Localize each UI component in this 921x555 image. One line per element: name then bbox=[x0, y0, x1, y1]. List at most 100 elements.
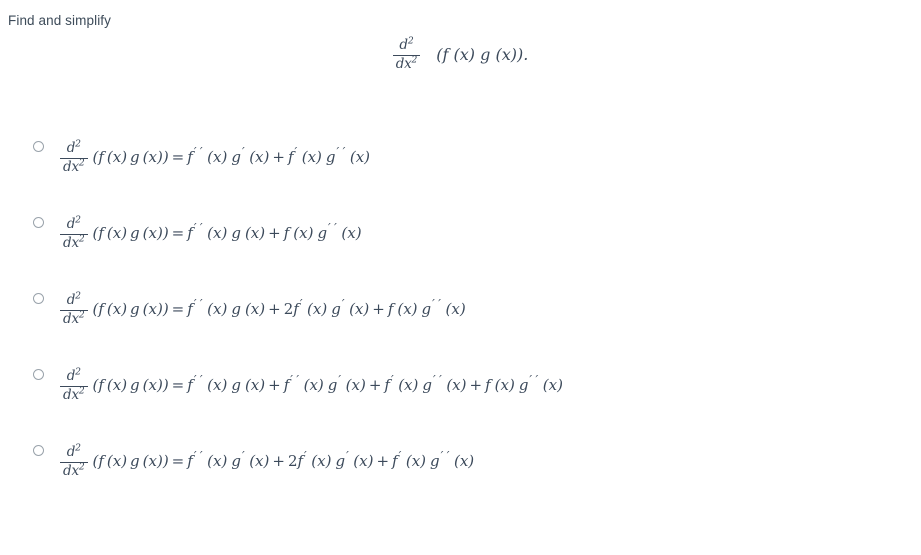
options-list: d2 dx2 (f (x) g (x)) = f′ ′ (x) g′ (x) + f′ (x) g′ … bbox=[0, 133, 921, 513]
equals-sign: = bbox=[171, 376, 185, 395]
radio-option-a[interactable] bbox=[33, 141, 44, 152]
prime-marks: ′ ′ bbox=[193, 373, 204, 388]
plus-sign: + bbox=[372, 300, 385, 319]
prime-marks: ′ bbox=[241, 449, 246, 464]
option-row[interactable]: d2 dx2 (f (x) g (x)) = f′ ′ (x) g′ (x) + f′ (x) g′ … bbox=[0, 133, 921, 209]
equals-sign: = bbox=[171, 452, 185, 471]
term: f′ ′ (x) g′ (x) bbox=[283, 373, 366, 395]
radio-option-b[interactable] bbox=[33, 217, 44, 228]
radio-option-e[interactable] bbox=[33, 445, 44, 456]
plus-sign: + bbox=[268, 224, 281, 243]
option-lhs: (f (x) g (x)) bbox=[92, 224, 169, 243]
term: f′ ′ (x) g (x) bbox=[187, 297, 266, 319]
term: f′ ′ (x) g′ (x) bbox=[187, 449, 270, 471]
prime-marks: ′ ′ bbox=[193, 221, 204, 236]
stem-expression: (f (x) g (x)). bbox=[436, 44, 529, 64]
term: f′ ′ (x) g (x) bbox=[187, 221, 266, 243]
option-lhs: (f (x) g (x)) bbox=[92, 452, 169, 471]
fraction-numerator: d2 bbox=[66, 442, 81, 460]
prime-marks: ′ bbox=[390, 373, 395, 388]
option-math: d2 dx2 (f (x) g (x)) = f′ ′ (x) g′ (x) + f′ (x) g′ … bbox=[60, 139, 371, 175]
derivative-operator-fraction: d2 dx2 bbox=[60, 138, 88, 176]
option-lhs: (f (x) g (x)) bbox=[92, 376, 169, 395]
prime-marks: ′ bbox=[346, 449, 350, 464]
question-prompt: Find and simplify bbox=[8, 13, 111, 28]
prime-marks: ′ bbox=[338, 373, 342, 388]
term: f′ (x) g′ ′ (x) bbox=[392, 449, 475, 471]
coefficient: 2 bbox=[287, 452, 298, 471]
plus-sign: + bbox=[376, 452, 390, 471]
term: 2f′ (x) g′ (x) bbox=[283, 297, 370, 319]
prime-marks: ′ ′ bbox=[193, 449, 204, 464]
option-row[interactable]: d2 dx2 (f (x) g (x)) = f′ ′ (x) g′ (x) +2f′ (x) g′… bbox=[0, 437, 921, 513]
option-row[interactable]: d2 dx2 (f (x) g (x)) = f′ ′ (x) g (x) + f (x) g′ ′(… bbox=[0, 209, 921, 285]
fraction-denominator: dx2 bbox=[63, 461, 85, 479]
option-math: d2 dx2 (f (x) g (x)) = f′ ′ (x) g′ (x) +2f′ (x) g′… bbox=[60, 443, 475, 479]
question-stem: d2 dx2 (f (x) g (x)). bbox=[0, 36, 921, 73]
term: f′ (x) g′ ′ (x) bbox=[384, 373, 467, 395]
option-row[interactable]: d2 dx2 (f (x) g (x)) = f′ ′ (x) g (x) +2f′ (x) g′(… bbox=[0, 285, 921, 361]
prime-marks: ′ ′ bbox=[193, 297, 204, 312]
fraction-numerator: d2 bbox=[66, 214, 81, 232]
term: f′ (x) g′ ′ (x) bbox=[287, 145, 371, 167]
prime-marks: ′ bbox=[294, 145, 298, 160]
option-label: d2 dx2 (f (x) g (x)) = f′ ′ (x) g (x) +2f′ (x) g′(… bbox=[60, 291, 921, 328]
option-lhs: (f (x) g (x)) bbox=[92, 300, 169, 319]
prime-marks: ′ ′ bbox=[432, 373, 443, 388]
plus-sign: + bbox=[268, 376, 281, 395]
derivative-operator-fraction: d2 dx2 bbox=[60, 214, 88, 252]
term: f (x) g′ ′ (x) bbox=[485, 373, 563, 395]
prime-marks: ′ bbox=[299, 297, 304, 312]
prime-marks: ′ bbox=[341, 297, 346, 312]
option-math: d2 dx2 (f (x) g (x)) = f′ ′ (x) g (x) + f′ ′ (x) g′… bbox=[60, 367, 563, 403]
equals-sign: = bbox=[171, 224, 185, 243]
equals-sign: = bbox=[171, 148, 185, 167]
prime-marks: ′ bbox=[304, 449, 308, 464]
derivative-operator-fraction: d2 dx2 bbox=[60, 442, 88, 480]
radio-option-c[interactable] bbox=[33, 293, 44, 304]
prime-marks: ′ ′ bbox=[529, 373, 539, 388]
plus-sign: + bbox=[469, 376, 483, 395]
fraction-denominator: dx2 bbox=[63, 233, 85, 251]
option-label: d2 dx2 (f (x) g (x)) = f′ ′ (x) g (x) + f′ ′ (x) g′… bbox=[60, 367, 921, 404]
plus-sign: + bbox=[272, 148, 285, 167]
fraction-denominator: dx2 bbox=[63, 385, 85, 403]
option-lhs: (f (x) g (x)) bbox=[92, 148, 169, 167]
prime-marks: ′ ′ bbox=[432, 297, 442, 312]
term: f′ ′ (x) g′ (x) bbox=[187, 145, 270, 167]
option-label: d2 dx2 (f (x) g (x)) = f′ ′ (x) g (x) + f (x) g′ ′(… bbox=[60, 215, 921, 252]
prime-marks: ′ ′ bbox=[193, 145, 204, 160]
fraction-numerator: d2 bbox=[66, 138, 81, 156]
option-math: d2 dx2 (f (x) g (x)) = f′ ′ (x) g (x) + f (x) g′ ′(… bbox=[60, 215, 362, 251]
option-label: d2 dx2 (f (x) g (x)) = f′ ′ (x) g′ (x) +2f′ (x) g′… bbox=[60, 443, 921, 480]
stem-math: d2 dx2 (f (x) g (x)). bbox=[392, 36, 529, 72]
prime-marks: ′ ′ bbox=[440, 449, 450, 464]
term: 2f′ (x) g′ (x) bbox=[287, 449, 374, 471]
fraction-denominator: dx2 bbox=[63, 309, 85, 327]
option-label: d2 dx2 (f (x) g (x)) = f′ ′ (x) g′ (x) + f′ (x) g′ … bbox=[60, 139, 921, 176]
fraction-denominator: dx2 bbox=[395, 54, 418, 72]
derivative-operator-fraction: d2 dx2 bbox=[392, 35, 421, 73]
term: f (x) g′ ′ (x) bbox=[387, 297, 466, 319]
radio-option-d[interactable] bbox=[33, 369, 44, 380]
equals-sign: = bbox=[171, 300, 185, 319]
coefficient: 2 bbox=[283, 300, 294, 319]
plus-sign: + bbox=[268, 300, 281, 319]
prime-marks: ′ ′ bbox=[336, 145, 346, 160]
prime-marks: ′ ′ bbox=[290, 373, 300, 388]
fraction-numerator: d2 bbox=[66, 366, 81, 384]
prime-marks: ′ bbox=[241, 145, 246, 160]
fraction-denominator: dx2 bbox=[63, 157, 85, 175]
option-math: d2 dx2 (f (x) g (x)) = f′ ′ (x) g (x) +2f′ (x) g′(… bbox=[60, 291, 466, 327]
term: f (x) g′ ′ (x) bbox=[283, 221, 362, 243]
plus-sign: + bbox=[272, 452, 285, 471]
fraction-numerator: d2 bbox=[399, 35, 414, 53]
derivative-operator-fraction: d2 dx2 bbox=[60, 290, 88, 328]
fraction-numerator: d2 bbox=[66, 290, 81, 308]
option-row[interactable]: d2 dx2 (f (x) g (x)) = f′ ′ (x) g (x) + f′ ′ (x) g′… bbox=[0, 361, 921, 437]
term: f′ ′ (x) g (x) bbox=[187, 373, 266, 395]
plus-sign: + bbox=[368, 376, 382, 395]
prime-marks: ′ ′ bbox=[328, 221, 338, 236]
prime-marks: ′ bbox=[398, 449, 402, 464]
derivative-operator-fraction: d2 dx2 bbox=[60, 366, 88, 404]
